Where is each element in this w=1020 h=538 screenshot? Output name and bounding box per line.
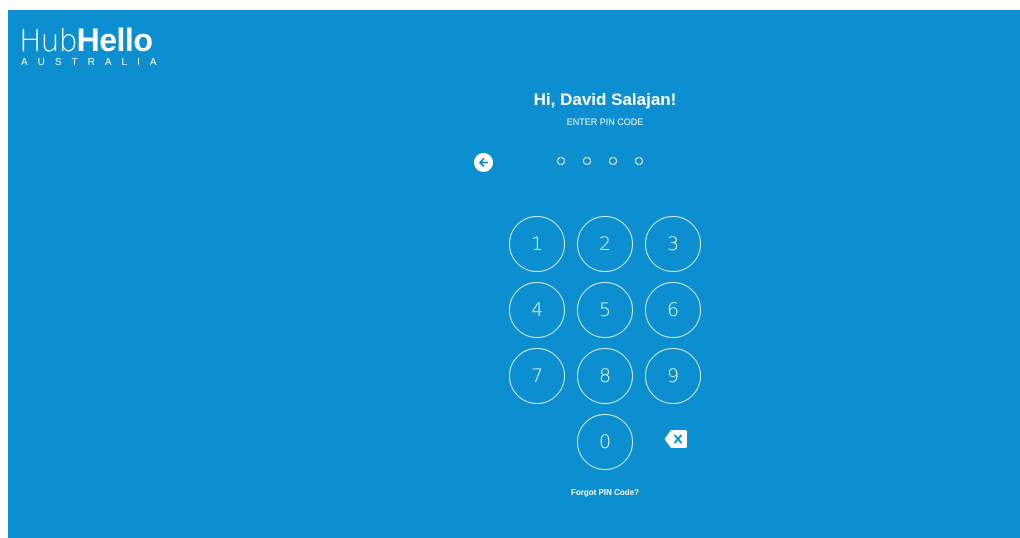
logo-wordmark: HubHello	[19, 24, 167, 57]
pin-indicator	[557, 157, 643, 165]
logo: HubHello AUSTRALIA	[19, 24, 167, 68]
backspace-icon	[664, 430, 687, 448]
greeting-title: Hi, David Salajan!	[533, 90, 677, 109]
forgot-pin-link[interactable]: Forgot PIN Code?	[525, 488, 685, 497]
key-9[interactable]: 9	[645, 348, 701, 404]
key-0[interactable]: 0	[577, 414, 633, 470]
logo-text-bold: Hello	[76, 22, 153, 58]
login-screen: HubHello AUSTRALIA Hi, David Salajan! EN…	[8, 10, 1020, 538]
back-button[interactable]	[474, 153, 493, 172]
key-4[interactable]: 4	[509, 282, 565, 338]
key-1[interactable]: 1	[509, 216, 565, 272]
key-5[interactable]: 5	[577, 282, 633, 338]
key-3[interactable]: 3	[645, 216, 701, 272]
key-8[interactable]: 8	[577, 348, 633, 404]
arrow-left-icon	[479, 158, 489, 167]
pin-dot	[609, 157, 617, 165]
key-2[interactable]: 2	[577, 216, 633, 272]
key-7[interactable]: 7	[509, 348, 565, 404]
pin-instruction: ENTER PIN CODE	[566, 117, 644, 127]
delete-button[interactable]	[664, 429, 688, 449]
logo-text-light: Hub	[19, 24, 78, 59]
key-6[interactable]: 6	[645, 282, 701, 338]
logo-subtitle: AUSTRALIA	[21, 57, 167, 68]
pin-dot	[583, 157, 591, 165]
pin-dot	[557, 157, 565, 165]
pin-dot	[635, 157, 643, 165]
